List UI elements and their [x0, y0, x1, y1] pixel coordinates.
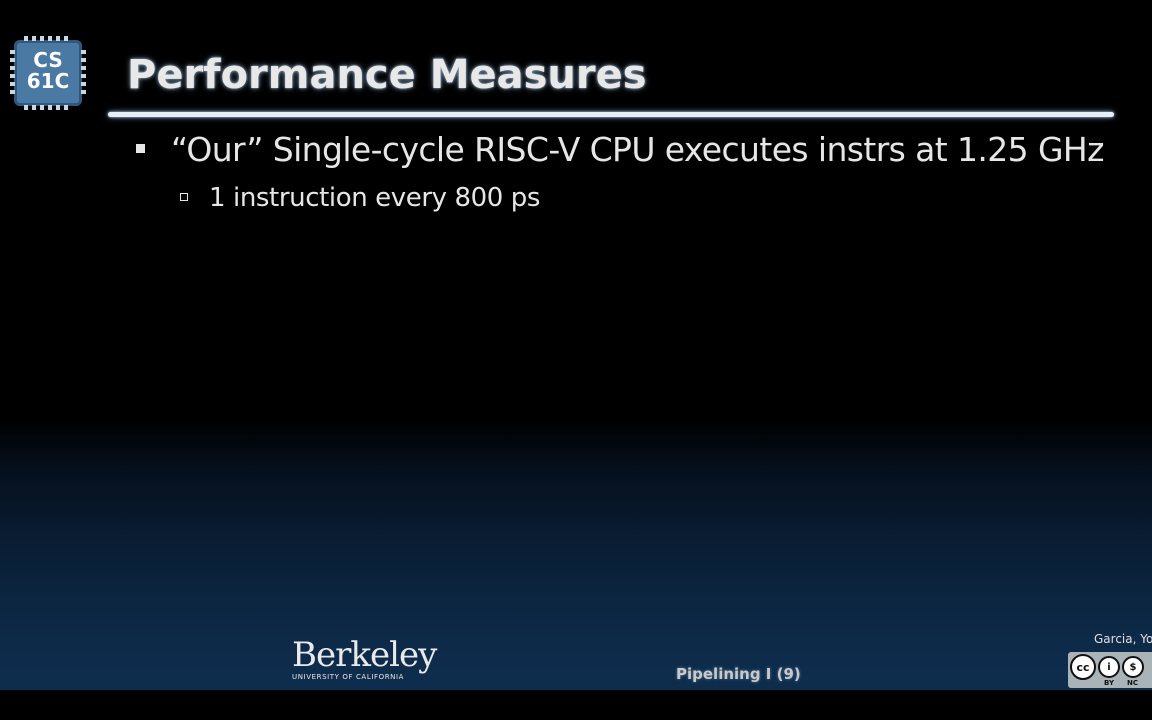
bullet-level-2: 1 instruction every 800 ps	[180, 183, 540, 213]
bullet-text-1: “Our” Single-cycle RISC-V CPU executes i…	[171, 130, 1104, 169]
berkeley-wordmark: Berkeley	[292, 635, 437, 675]
berkeley-logo: Berkeley UNIVERSITY OF CALIFORNIA	[292, 635, 437, 681]
cc-circle-icon: cc	[1070, 654, 1096, 680]
hollow-square-bullet-icon	[180, 192, 188, 201]
section-label: Pipelining I (9)	[676, 665, 801, 683]
logo-line-2: 61C	[26, 69, 70, 93]
cc-label-nc: NC	[1127, 679, 1139, 687]
cc-by-icon: i	[1098, 656, 1120, 678]
cc-labels: BY NC	[1104, 679, 1151, 687]
bullet-text-2: 1 instruction every 800 ps	[209, 183, 541, 213]
chip-pins-top	[24, 36, 72, 41]
chip-pins-bottom	[24, 105, 72, 110]
cc-nc-icon: $	[1122, 656, 1144, 678]
author-credit: Garcia, Yo	[1094, 632, 1152, 646]
square-bullet-icon	[136, 144, 145, 153]
bottom-strip	[0, 690, 1152, 720]
slide-background	[0, 0, 1152, 690]
logo-line-1: CS	[33, 48, 63, 72]
chip-logo-icon: CS 61C	[10, 36, 86, 110]
cc-label-by: BY	[1104, 679, 1115, 687]
title-rule	[108, 112, 1114, 117]
logo-text: CS 61C	[14, 50, 82, 92]
slide-title: Performance Measures	[127, 52, 647, 98]
bullet-level-1: “Our” Single-cycle RISC-V CPU executes i…	[136, 130, 1104, 169]
